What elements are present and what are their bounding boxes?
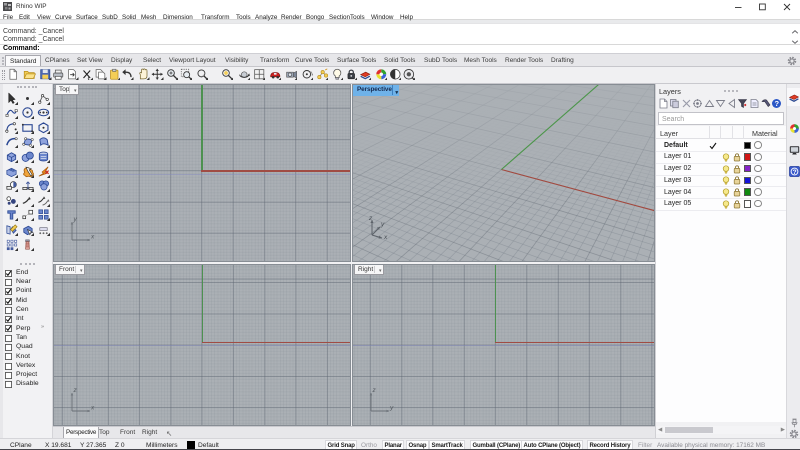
svg-text:x: x: [90, 404, 95, 411]
svg-text:z: z: [73, 387, 78, 394]
svg-text:x: x: [90, 234, 95, 241]
svg-text:x: x: [383, 234, 388, 239]
svg-text:y: y: [380, 221, 385, 228]
svg-text:?: ?: [792, 169, 796, 176]
svg-text:z: z: [372, 387, 377, 394]
svg-text:?: ?: [775, 99, 780, 108]
svg-text:y: y: [73, 216, 78, 223]
svg-text:y: y: [389, 404, 394, 411]
